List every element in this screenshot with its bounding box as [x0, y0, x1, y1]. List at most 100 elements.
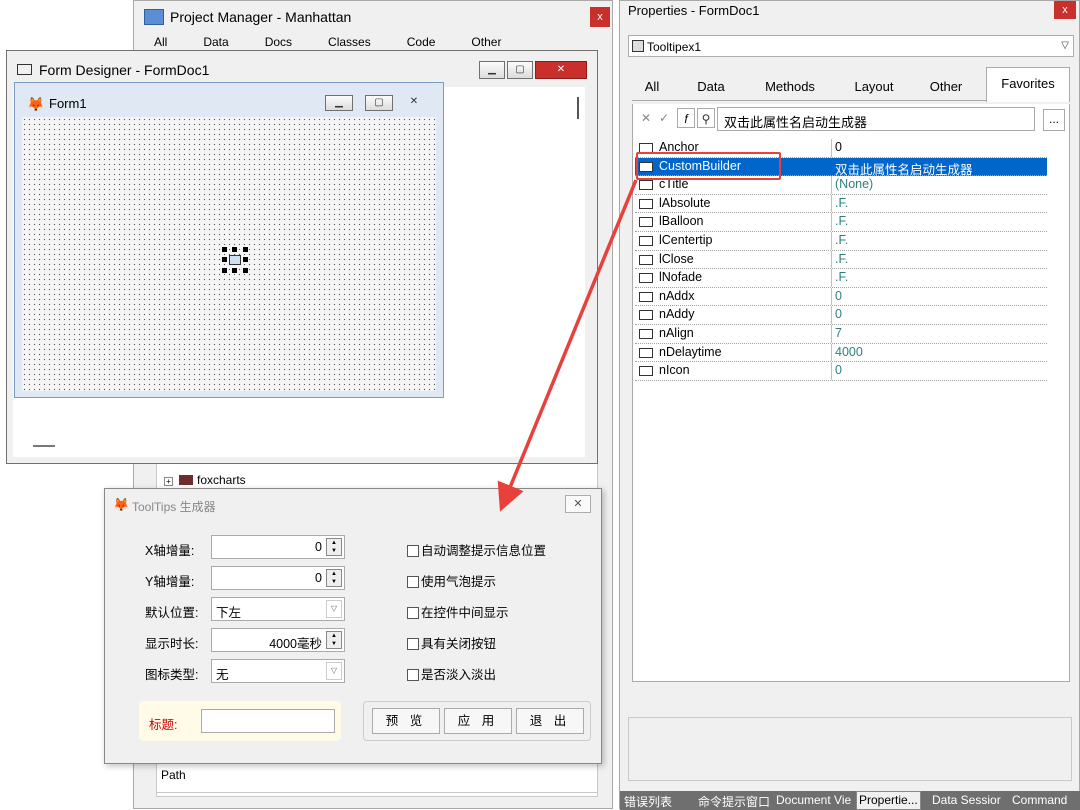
tab-layout[interactable]: Layout: [838, 71, 910, 101]
preview-button[interactable]: 预 览: [372, 708, 440, 734]
property-row[interactable]: nDelaytime 4000: [635, 343, 1047, 363]
chevron-down-icon[interactable]: ▽: [326, 600, 342, 618]
tab-data-session[interactable]: Data Sessior: [932, 793, 1001, 807]
close-button-checkbox[interactable]: 具有关闭按钮: [407, 633, 496, 652]
cancel-icon[interactable]: ✕: [637, 108, 655, 128]
icon-type-value: 无: [216, 668, 229, 682]
chevron-down-icon[interactable]: ▽: [326, 662, 342, 680]
close-icon[interactable]: x: [590, 7, 610, 27]
tab-error-list[interactable]: 错误列表: [624, 793, 672, 810]
property-value: 0: [835, 307, 842, 322]
property-row[interactable]: lBalloon .F.: [635, 213, 1047, 232]
form-grid[interactable]: [22, 117, 436, 391]
close-icon[interactable]: ✕: [399, 95, 429, 111]
icon-type-select[interactable]: 无 ▽: [211, 659, 345, 683]
form-designer-title: Form Designer - FormDoc1: [39, 62, 210, 78]
property-row[interactable]: nAlign 7: [635, 325, 1047, 344]
tab-methods[interactable]: Methods: [750, 71, 830, 101]
tooltip-control[interactable]: [222, 247, 248, 273]
object-selector[interactable]: Tooltipex1 ▽: [628, 35, 1074, 57]
property-row[interactable]: nIcon 0: [635, 362, 1047, 381]
y-increment-spinner[interactable]: 0 ▲ ▼: [211, 566, 345, 590]
resize-handle[interactable]: [243, 257, 248, 262]
tab-other[interactable]: Other: [463, 35, 501, 49]
title-input[interactable]: [201, 709, 335, 733]
resize-handle[interactable]: [243, 268, 248, 273]
spinner-arrows-icon[interactable]: ▲ ▼: [326, 538, 342, 556]
tab-data[interactable]: Data: [688, 71, 734, 101]
x-increment-spinner[interactable]: 0 ▲ ▼: [211, 535, 345, 559]
resize-handle[interactable]: [243, 247, 248, 252]
close-icon[interactable]: x: [1054, 1, 1076, 19]
tab-code[interactable]: Code: [399, 35, 436, 49]
tab-all[interactable]: All: [632, 71, 672, 101]
expand-icon[interactable]: +: [164, 477, 173, 486]
resize-handle[interactable]: [222, 268, 227, 273]
checkbox-icon[interactable]: [407, 607, 419, 619]
object-icon: [632, 40, 644, 52]
tab-all[interactable]: All: [146, 35, 167, 49]
builder-button[interactable]: ...: [1043, 109, 1065, 131]
resize-handle[interactable]: [232, 247, 237, 252]
tab-docs[interactable]: Docs: [257, 35, 292, 49]
maximize-icon[interactable]: ▢: [365, 95, 393, 111]
tab-classes[interactable]: Classes: [320, 35, 371, 49]
property-value-input[interactable]: 双击此属性名启动生成器: [717, 107, 1035, 131]
property-row[interactable]: lAbsolute .F.: [635, 194, 1047, 214]
checkbox-icon[interactable]: [407, 545, 419, 557]
checkbox-icon[interactable]: [407, 669, 419, 681]
minimize-icon[interactable]: ▁: [325, 95, 353, 111]
dialog-titlebar[interactable]: 🦊 ToolTips 生成器 ✕: [105, 489, 601, 519]
property-row[interactable]: nAddx 0: [635, 287, 1047, 307]
property-name: lCentertip: [659, 233, 713, 247]
y-increment-value: 0: [315, 571, 322, 585]
maximize-icon[interactable]: ▢: [507, 61, 533, 79]
tab-other[interactable]: Other: [920, 71, 972, 101]
spinner-arrows-icon[interactable]: ▲ ▼: [326, 631, 342, 649]
function-icon[interactable]: f: [677, 108, 695, 128]
close-icon[interactable]: ✕: [535, 61, 587, 79]
property-name: nAddy: [659, 307, 695, 322]
property-value: (None): [835, 177, 874, 192]
minimize-icon[interactable]: ▁: [479, 61, 505, 79]
fade-checkbox[interactable]: 是否淡入淡出: [407, 664, 496, 683]
exit-button[interactable]: 退 出: [516, 708, 584, 734]
property-row[interactable]: lCentertip .F.: [635, 232, 1047, 251]
zoom-icon[interactable]: ⚲: [697, 108, 715, 128]
property-grid[interactable]: Anchor 0 CustomBuilder 双击此属性名启动生成器 cTitle(…: [632, 136, 1070, 682]
display-duration-spinner[interactable]: 4000毫秒 ▲ ▼: [211, 628, 345, 652]
property-row[interactable]: nAddy 0: [635, 306, 1047, 325]
auto-adjust-checkbox[interactable]: 自动调整提示信息位置: [407, 540, 546, 559]
accept-icon[interactable]: ✓: [655, 108, 673, 128]
resize-handle[interactable]: [222, 257, 227, 262]
close-icon[interactable]: ✕: [565, 495, 591, 513]
form1-window[interactable]: 🦊 Form1 ▁ ▢ ✕: [14, 82, 444, 398]
checkbox-icon[interactable]: [407, 576, 419, 588]
tab-document-view[interactable]: Document Vie: [776, 793, 851, 807]
tab-favorites[interactable]: Favorites: [986, 67, 1070, 102]
property-value: 4000: [835, 344, 863, 359]
center-checkbox[interactable]: 在控件中间显示: [407, 602, 509, 621]
balloon-checkbox[interactable]: 使用气泡提示: [407, 571, 496, 590]
tab-properties[interactable]: Propertie...: [856, 791, 921, 810]
tab-command[interactable]: Command: [1012, 793, 1067, 807]
resize-handle[interactable]: [222, 247, 227, 252]
chevron-down-icon[interactable]: ▽: [1061, 40, 1069, 51]
property-row[interactable]: lNofade .F.: [635, 269, 1047, 288]
tree-item-foxcharts[interactable]: + foxcharts: [164, 473, 246, 487]
form-designer-titlebar[interactable]: Form Designer - FormDoc1 ▁ ▢ ✕: [7, 51, 597, 85]
tab-command-tip[interactable]: 命令提示窗口: [698, 793, 770, 810]
vertical-scrollbar[interactable]: [577, 97, 579, 119]
checkbox-icon[interactable]: [407, 638, 419, 650]
tab-data[interactable]: Data: [195, 35, 228, 49]
checkbox-label: 具有关闭按钮: [421, 637, 497, 651]
horizontal-scrollbar[interactable]: [33, 445, 55, 447]
resize-handle[interactable]: [232, 268, 237, 273]
property-row[interactable]: lClose .F.: [635, 250, 1047, 270]
project-manager-titlebar[interactable]: Project Manager - Manhattan x: [134, 1, 612, 33]
form1-titlebar[interactable]: 🦊 Form1 ▁ ▢ ✕: [15, 83, 443, 117]
icon-type-label: 图标类型:: [145, 668, 199, 682]
default-position-select[interactable]: 下左 ▽: [211, 597, 345, 621]
apply-button[interactable]: 应 用: [444, 708, 512, 734]
spinner-arrows-icon[interactable]: ▲ ▼: [326, 569, 342, 587]
